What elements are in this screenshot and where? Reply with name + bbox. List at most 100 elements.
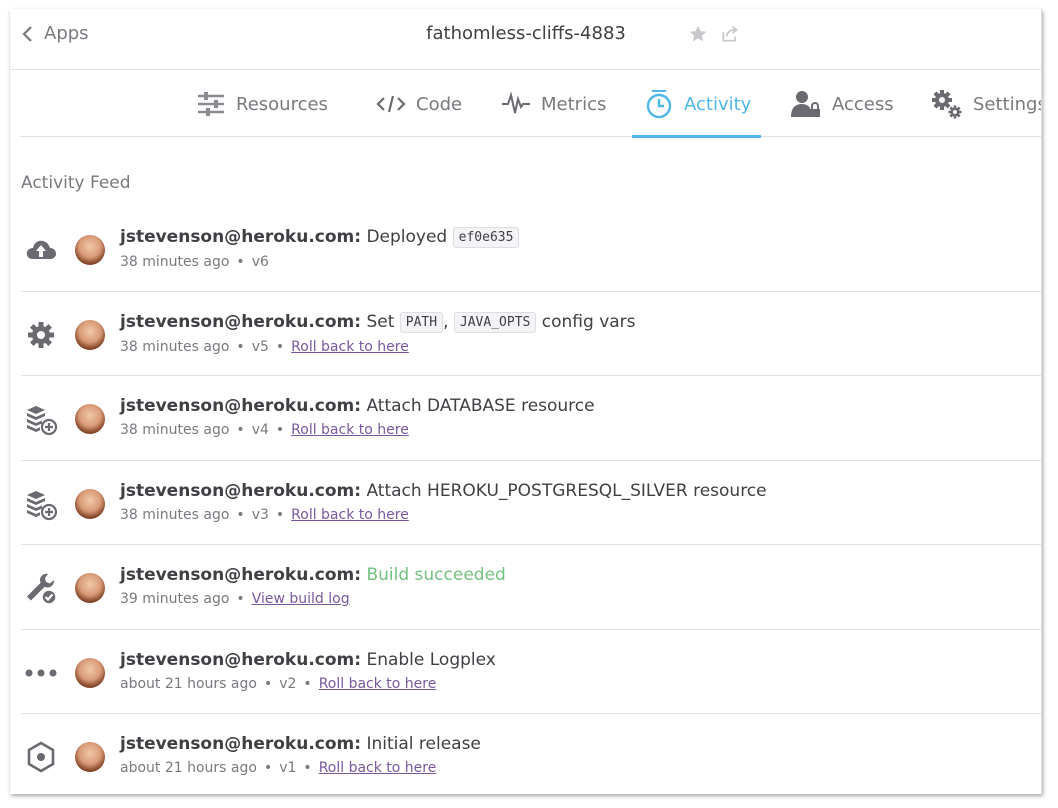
- activity-text-suffix: config vars: [541, 311, 636, 332]
- activity-time: about 21 hours ago: [120, 675, 257, 692]
- avatar: [75, 742, 105, 772]
- activity-text: Deployed: [366, 227, 448, 247]
- release-icon: [24, 740, 58, 774]
- activity-item: jstevenson@heroku.com: Set PATH, JAVA_OP…: [21, 292, 1041, 376]
- activity-item: jstevenson@heroku.com: Enable Logplex ab…: [21, 630, 1041, 714]
- separator-dot: •: [275, 422, 285, 438]
- activity-body: jstevenson@heroku.com: Set PATH, JAVA_OP…: [120, 310, 1041, 355]
- activity-time: 38 minutes ago: [120, 254, 230, 270]
- tab-settings-label: Settings: [973, 93, 1042, 115]
- app-nav-tabs: Resources Code Metrics Activity Access S…: [20, 71, 1042, 138]
- activity-meta: about 21 hours ago • v2 • Roll back to here: [120, 675, 1041, 692]
- deploy-icon: [24, 233, 58, 267]
- activity-time: 38 minutes ago: [120, 422, 230, 438]
- activity-user: jstevenson@heroku.com:: [120, 311, 362, 332]
- avatar: [75, 573, 105, 603]
- tab-resources[interactable]: Resources: [196, 71, 328, 137]
- activity-item: jstevenson@heroku.com: Build succeeded 3…: [21, 545, 1041, 630]
- app-title-bar: fathomless-cliffs-4883: [10, 23, 1041, 44]
- activity-time: about 21 hours ago: [120, 760, 257, 776]
- activity-description: jstevenson@heroku.com: Build succeeded: [120, 563, 1041, 587]
- activity-user: jstevenson@heroku.com:: [120, 480, 362, 501]
- activity-text: Initial release: [366, 734, 481, 754]
- activity-feed: jstevenson@heroku.com: Deployed ef0e635 …: [21, 207, 1041, 794]
- release-version: v2: [279, 675, 297, 692]
- tab-access[interactable]: Access: [790, 71, 894, 137]
- app-window: Apps fathomless-cliffs-4883 Resources Co…: [10, 9, 1042, 794]
- avatar: [75, 404, 105, 434]
- activity-description: jstevenson@heroku.com: Deployed ef0e635: [120, 225, 1041, 250]
- activity-item: jstevenson@heroku.com: Deployed ef0e635 …: [21, 207, 1041, 292]
- activity-description: jstevenson@heroku.com: Attach DATABASE r…: [120, 394, 1041, 418]
- avatar: [75, 657, 105, 688]
- activity-meta: 38 minutes ago • v5 • Roll back to here: [120, 338, 1041, 355]
- access-icon: [791, 91, 820, 117]
- activity-description: jstevenson@heroku.com: Attach HEROKU_POS…: [120, 479, 1041, 503]
- avatar: [75, 488, 105, 519]
- metrics-icon: [502, 91, 530, 114]
- rollback-link[interactable]: Roll back to here: [291, 507, 409, 523]
- activity-time: 38 minutes ago: [120, 338, 230, 355]
- activity-user: jstevenson@heroku.com:: [120, 565, 362, 585]
- activity-item: jstevenson@heroku.com: Initial release a…: [21, 714, 1041, 794]
- addon-icon: [24, 402, 58, 436]
- tab-resources-label: Resources: [236, 93, 328, 115]
- tab-metrics-label: Metrics: [541, 93, 607, 115]
- star-icon[interactable]: [688, 24, 708, 44]
- release-version: v6: [251, 254, 269, 270]
- build-status: Build succeeded: [366, 565, 506, 585]
- separator-dot: •: [236, 422, 245, 438]
- activity-body: jstevenson@heroku.com: Attach DATABASE r…: [120, 394, 1041, 438]
- tab-code-label: Code: [416, 93, 463, 115]
- separator-dot: •: [263, 760, 273, 776]
- tab-settings[interactable]: Settings: [931, 71, 1042, 137]
- share-icon[interactable]: [720, 24, 740, 44]
- tab-activity[interactable]: Activity: [632, 71, 762, 138]
- release-version: v4: [251, 422, 269, 438]
- activity-meta: 38 minutes ago • v4 • Roll back to here: [120, 422, 1041, 438]
- header-actions: [688, 24, 740, 44]
- separator-dot: •: [275, 338, 285, 355]
- rollback-link[interactable]: Roll back to here: [291, 339, 409, 355]
- tab-access-label: Access: [832, 93, 894, 115]
- release-version: v3: [251, 506, 269, 523]
- rollback-link[interactable]: Roll back to here: [291, 422, 409, 438]
- separator-dot: •: [263, 675, 273, 692]
- separator-dot: •: [303, 675, 312, 692]
- separator-dot: •: [236, 506, 245, 523]
- settings-icon: [24, 318, 58, 352]
- more-icon: [24, 656, 58, 690]
- addon-icon: [24, 487, 58, 521]
- activity-meta: about 21 hours ago • v1 • Roll back to here: [120, 760, 1041, 776]
- settings-icon: [932, 90, 962, 119]
- rollback-link[interactable]: Roll back to here: [319, 676, 437, 692]
- activity-description: jstevenson@heroku.com: Set PATH, JAVA_OP…: [120, 310, 1041, 335]
- activity-meta: 39 minutes ago • View build log: [120, 591, 1041, 607]
- activity-feed-title: Activity Feed: [21, 173, 131, 193]
- activity-user: jstevenson@heroku.com:: [120, 734, 362, 754]
- release-version: v5: [251, 338, 269, 355]
- tab-code[interactable]: Code: [376, 71, 462, 137]
- activity-user: jstevenson@heroku.com:: [120, 227, 362, 247]
- separator-dot: •: [303, 760, 312, 776]
- separator-dot: •: [236, 591, 245, 607]
- activity-meta: 38 minutes ago • v6: [120, 254, 1041, 270]
- activity-text: Set: [366, 311, 395, 332]
- app-name: fathomless-cliffs-4883: [426, 23, 626, 44]
- activity-item: jstevenson@heroku.com: Attach DATABASE r…: [21, 376, 1041, 461]
- build-icon: [24, 571, 58, 605]
- activity-text: Attach HEROKU_POSTGRESQL_SILVER resource: [366, 480, 767, 501]
- activity-time: 38 minutes ago: [120, 506, 230, 523]
- activity-icon: [646, 90, 672, 119]
- rollback-link[interactable]: Roll back to here: [319, 760, 437, 776]
- comma: ,: [443, 311, 449, 332]
- app-header: Apps fathomless-cliffs-4883: [10, 9, 1041, 70]
- activity-body: jstevenson@heroku.com: Attach HEROKU_POS…: [120, 479, 1041, 523]
- tab-metrics[interactable]: Metrics: [501, 71, 606, 137]
- activity-description: jstevenson@heroku.com: Initial release: [120, 732, 1041, 756]
- separator-dot: •: [236, 338, 245, 355]
- activity-time: 39 minutes ago: [120, 591, 230, 607]
- separator-dot: •: [275, 506, 285, 523]
- activity-body: jstevenson@heroku.com: Enable Logplex ab…: [120, 648, 1041, 692]
- view-build-log-link[interactable]: View build log: [252, 591, 350, 607]
